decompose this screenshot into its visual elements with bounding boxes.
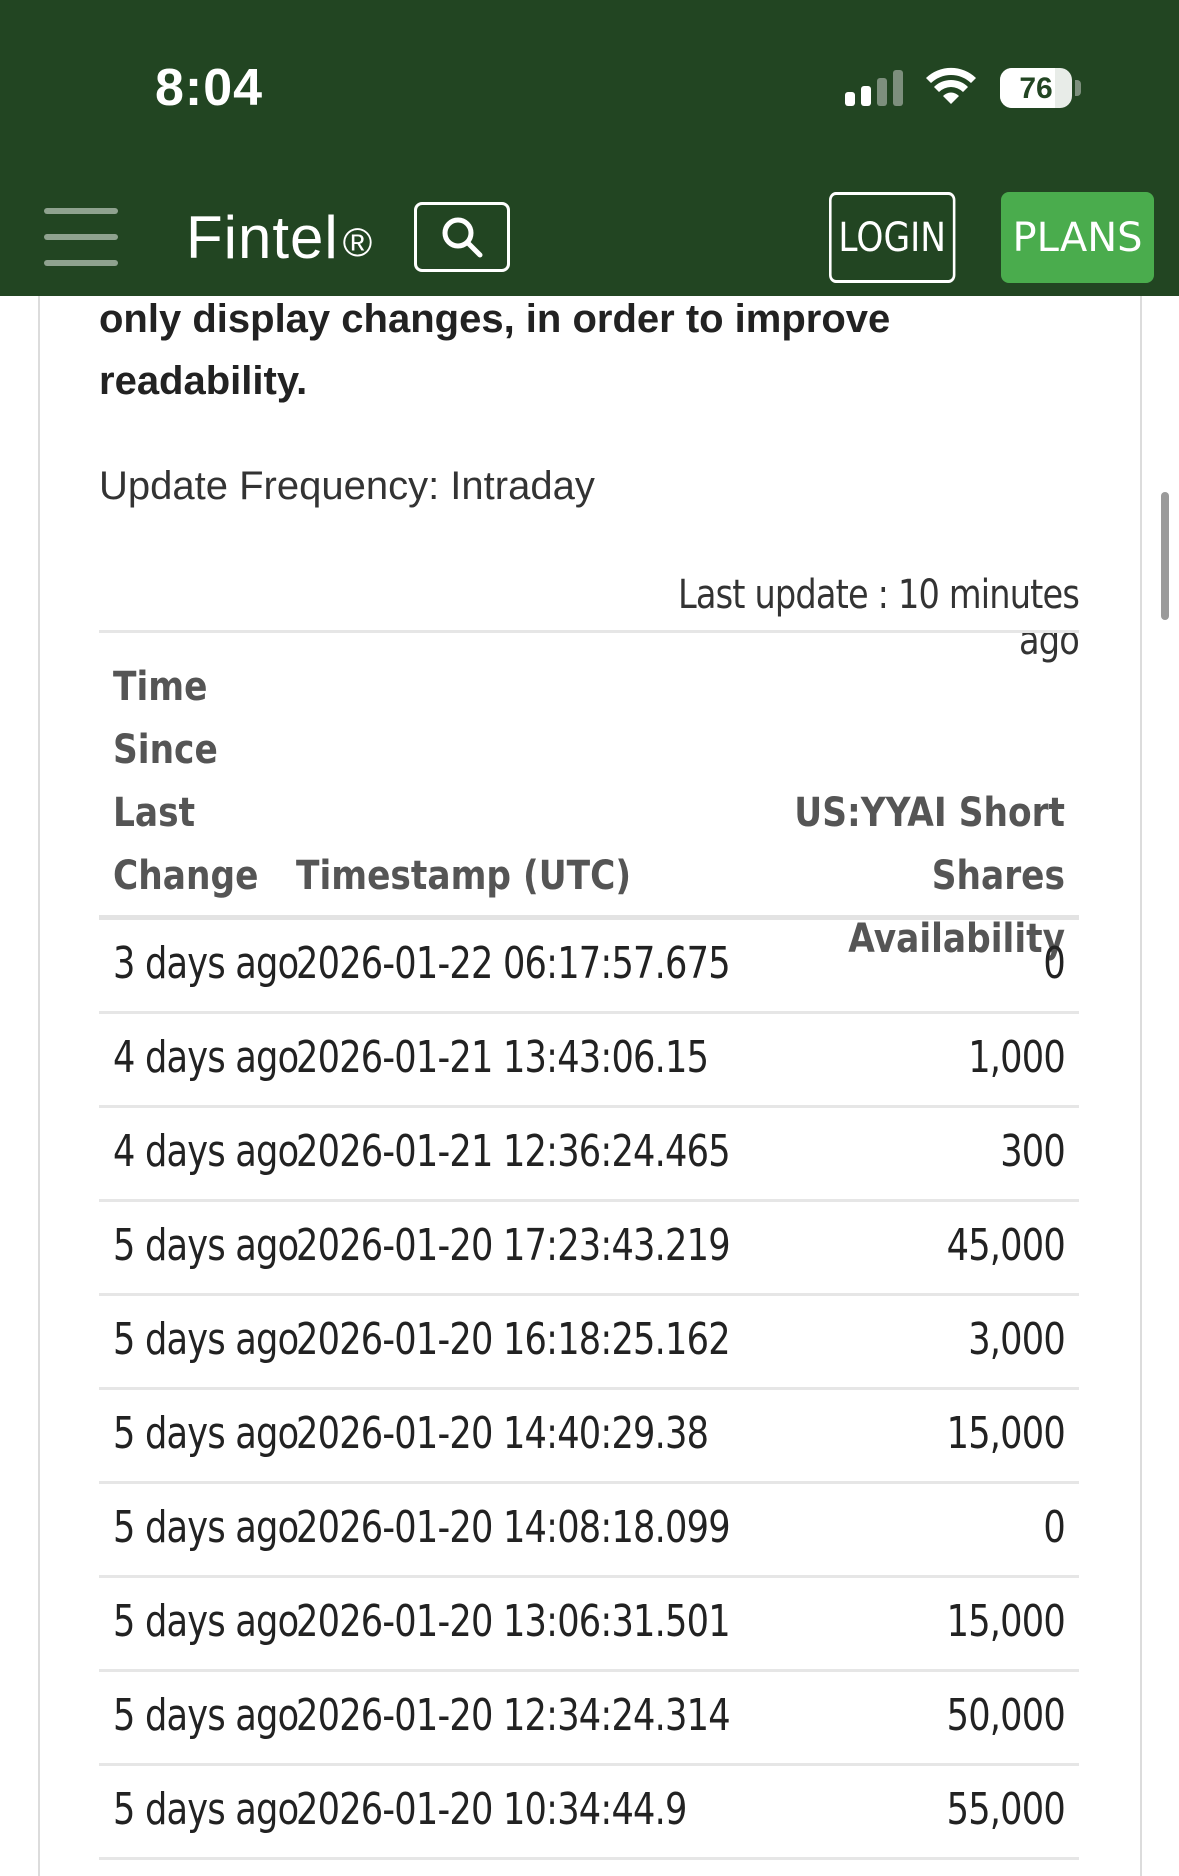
header-time-since[interactable]: Time Since Last Change: [113, 656, 285, 908]
cell-shares: 1,000: [968, 1032, 1066, 1083]
header-timestamp[interactable]: Timestamp (UTC): [296, 845, 631, 908]
cell-shares: 55,000: [946, 1784, 1066, 1835]
cell-timestamp: 2026-01-20 17:23:43.219: [296, 1220, 731, 1271]
update-frequency: Update Frequency: Intraday: [99, 464, 595, 508]
cell-shares: 50,000: [946, 1690, 1066, 1741]
cell-timestamp: 2026-01-20 16:18:25.162: [296, 1314, 731, 1365]
cell-time-since: 5 days ago: [113, 1690, 299, 1741]
battery-tip: [1075, 80, 1081, 96]
table-row: 5 days ago 2026-01-20 16:18:25.162 3,000: [99, 1296, 1079, 1390]
search-icon: [442, 217, 483, 258]
cell-shares: 0: [1043, 1502, 1065, 1553]
cell-shares: 300: [1000, 1126, 1066, 1177]
table-header: Time Since Last Change Timestamp (UTC) U…: [99, 630, 1079, 962]
status-time: 8:04: [155, 59, 264, 117]
cell-timestamp: 2026-01-20 10:34:44.9: [296, 1784, 687, 1835]
cell-shares: 15,000: [946, 1408, 1066, 1459]
cell-time-since: 5 days ago: [113, 1408, 299, 1459]
scrollbar[interactable]: [1161, 492, 1169, 620]
cell-time-since: 3 days ago: [113, 938, 299, 989]
menu-icon[interactable]: [44, 208, 118, 266]
cell-shares: 0: [1043, 938, 1065, 989]
cellular-signal-icon: [845, 70, 905, 106]
cell-time-since: 5 days ago: [113, 1314, 299, 1365]
table-row: 5 days ago 2026-01-20 10:34:44.9 55,000: [99, 1766, 1079, 1860]
cell-shares: 3,000: [968, 1314, 1066, 1365]
battery-percent: 76: [1019, 72, 1053, 105]
cell-timestamp: 2026-01-20 12:34:24.314: [296, 1690, 731, 1741]
table-row: 5 days ago 2026-01-20 13:06:31.501 15,000: [99, 1578, 1079, 1672]
cell-timestamp: 2026-01-20 14:40:29.38: [296, 1408, 709, 1459]
cell-time-since: 4 days ago: [113, 1032, 299, 1083]
cell-time-since: 5 days ago: [113, 1784, 299, 1835]
cell-time-since: 5 days ago: [113, 1502, 299, 1553]
readability-note: only display changes, in order to improv…: [99, 297, 891, 403]
brand-logo[interactable]: Fintel ®: [186, 203, 373, 272]
cell-timestamp: 2026-01-20 14:08:18.099: [296, 1502, 731, 1553]
login-button[interactable]: LOGIN: [829, 192, 956, 283]
table-row: 5 days ago 2026-01-20 12:34:24.314 50,000: [99, 1672, 1079, 1766]
wifi-icon: [926, 67, 976, 104]
cell-shares: 45,000: [946, 1220, 1066, 1271]
table-body: 3 days ago 2026-01-22 06:17:57.675 0 4 days…: [99, 920, 1079, 1860]
brand-name: Fintel: [186, 204, 339, 271]
table-row: 5 days ago 2026-01-20 14:08:18.099 0: [99, 1484, 1079, 1578]
table-row: 5 days ago 2026-01-20 17:23:43.219 45,000: [99, 1202, 1079, 1296]
cell-timestamp: 2026-01-21 13:43:06.15: [296, 1032, 709, 1083]
top-header: 8:04 76 Fintel ® LOGIN PLANS: [0, 0, 1179, 296]
table-row: 3 days ago 2026-01-22 06:17:57.675 0: [99, 920, 1079, 1014]
table-row: 5 days ago 2026-01-20 14:40:29.38 15,000: [99, 1390, 1079, 1484]
table-row: 4 days ago 2026-01-21 12:36:24.465 300: [99, 1108, 1079, 1202]
cell-time-since: 4 days ago: [113, 1126, 299, 1177]
plans-button[interactable]: PLANS: [1001, 192, 1154, 283]
brand-registered-mark: ®: [342, 221, 374, 265]
table-row: 4 days ago 2026-01-21 13:43:06.15 1,000: [99, 1014, 1079, 1108]
search-button[interactable]: [414, 202, 510, 272]
cell-timestamp: 2026-01-21 12:36:24.465: [296, 1126, 731, 1177]
cell-shares: 15,000: [946, 1596, 1066, 1647]
cell-time-since: 5 days ago: [113, 1596, 299, 1647]
cell-timestamp: 2026-01-22 06:17:57.675: [296, 938, 731, 989]
cell-time-since: 5 days ago: [113, 1220, 299, 1271]
cell-timestamp: 2026-01-20 13:06:31.501: [296, 1596, 731, 1647]
battery-icon: 76: [1000, 68, 1072, 108]
